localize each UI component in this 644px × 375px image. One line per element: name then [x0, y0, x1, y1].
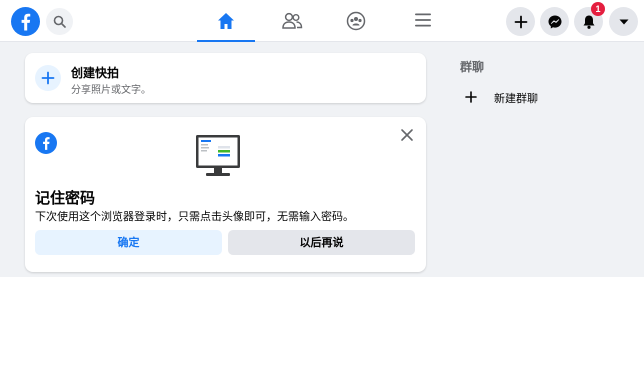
tab-menu[interactable]: [394, 0, 452, 42]
facebook-logo-icon: [35, 132, 57, 154]
account-menu-button[interactable]: [609, 7, 638, 36]
notifications-button[interactable]: 1: [574, 2, 605, 36]
notification-count-badge: 1: [591, 2, 605, 16]
plus-icon: [514, 15, 527, 28]
tab-groups[interactable]: [327, 0, 385, 42]
remember-password-description: 下次使用这个浏览器登录时，只需点击头像即可，无需输入密码。: [35, 210, 354, 223]
tab-home[interactable]: [197, 0, 255, 43]
create-story-card[interactable]: 创建快拍 分享照片或文字。: [25, 53, 426, 103]
search-icon: [53, 15, 66, 28]
computer-monitor-illustration-icon: [196, 135, 240, 176]
new-group-chat-item[interactable]: 新建群聊: [458, 84, 618, 110]
plus-icon: [41, 71, 55, 85]
group-chats-heading: 群聊: [460, 60, 485, 74]
top-navigation-bar: 1: [0, 0, 644, 43]
messenger-button[interactable]: [540, 7, 569, 36]
confirm-button[interactable]: 确定: [35, 230, 222, 255]
friends-icon: [282, 12, 303, 29]
search-button[interactable]: [46, 8, 73, 35]
tab-friends[interactable]: [263, 0, 321, 42]
new-group-chat-plus: [458, 84, 484, 110]
create-story-add-button[interactable]: [35, 65, 61, 91]
messenger-icon: [548, 15, 561, 28]
facebook-logo-icon[interactable]: [11, 7, 40, 36]
close-button[interactable]: [398, 126, 416, 144]
groups-icon: [346, 11, 366, 31]
create-story-title: 创建快拍: [71, 66, 120, 80]
create-button[interactable]: [506, 7, 535, 36]
caret-down-icon: [619, 19, 628, 24]
plus-icon: [465, 91, 477, 103]
bell-icon: [583, 15, 594, 29]
not-now-button[interactable]: 以后再说: [228, 230, 415, 255]
remember-password-card: 记住密码 下次使用这个浏览器登录时，只需点击头像即可，无需输入密码。 确定 以后…: [25, 117, 426, 272]
menu-icon: [415, 13, 431, 27]
home-icon: [218, 13, 234, 29]
close-icon: [401, 129, 413, 141]
create-story-subtitle: 分享照片或文字。: [71, 85, 151, 96]
remember-password-title: 记住密码: [35, 189, 96, 207]
new-group-chat-label: 新建群聊: [494, 92, 538, 105]
